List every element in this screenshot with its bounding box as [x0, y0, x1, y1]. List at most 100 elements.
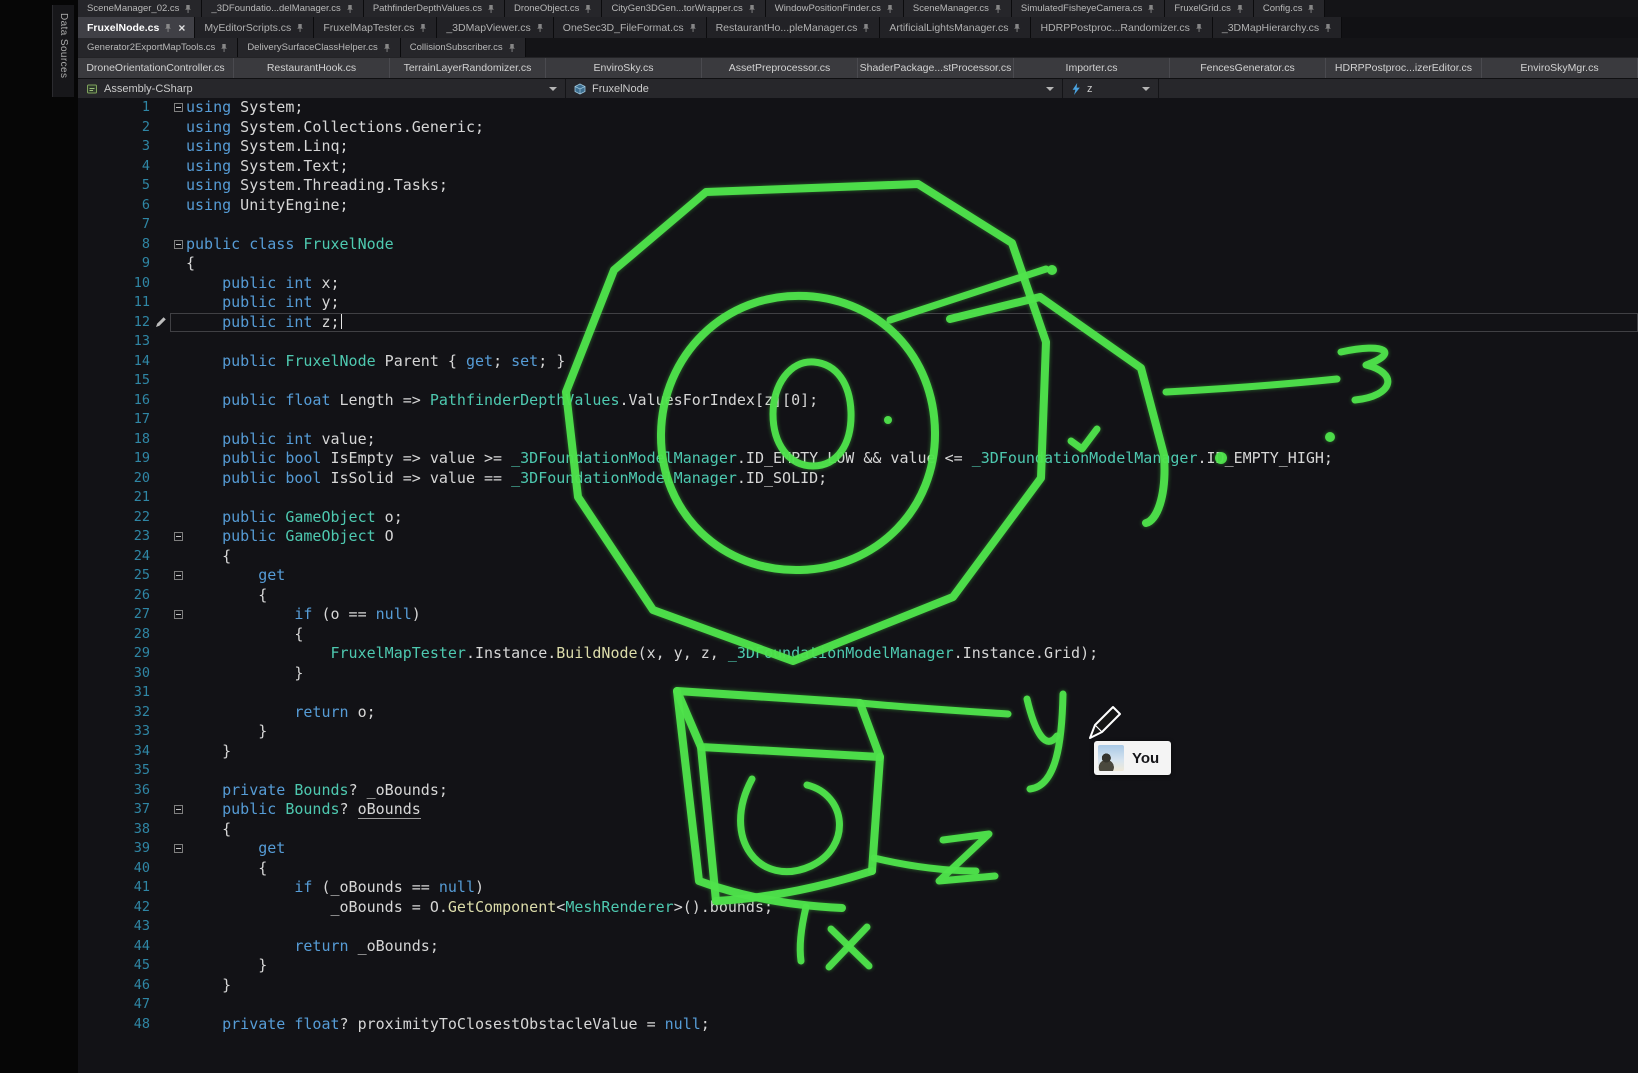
code-line[interactable]: 37 public Bounds? oBounds — [78, 800, 1638, 820]
code-line[interactable]: 14 public FruxelNode Parent { get; set; … — [78, 352, 1638, 372]
code-line[interactable]: 18 public int value; — [78, 430, 1638, 450]
code-line[interactable]: 47 — [78, 995, 1638, 1015]
pin-icon[interactable] — [994, 4, 1002, 14]
pin-icon[interactable] — [220, 43, 228, 53]
document-tab[interactable]: FencesGenerator.cs — [1170, 58, 1326, 78]
code-line[interactable]: 6using UnityEngine; — [78, 196, 1638, 216]
fold-toggle[interactable] — [174, 103, 183, 112]
document-tab[interactable]: _3DMapViewer.cs — [437, 17, 553, 38]
code-line[interactable]: 42 _oBounds = O.GetComponent<MeshRendere… — [78, 898, 1638, 918]
sidebar-tab-data-sources[interactable]: Data Sources — [52, 5, 74, 97]
document-tab[interactable]: SceneManager_02.cs — [78, 0, 202, 17]
code-line[interactable]: 22 public GameObject o; — [78, 508, 1638, 528]
code-line[interactable]: 48 private float? proximityToClosestObst… — [78, 1015, 1638, 1035]
document-tab[interactable]: HDRPPostproc...izerEditor.cs — [1326, 58, 1482, 78]
code-line[interactable]: 29 FruxelMapTester.Instance.BuildNode(x,… — [78, 644, 1638, 664]
pin-icon[interactable] — [487, 4, 495, 14]
document-tab[interactable]: _3DFoundatio...delManager.cs — [202, 0, 363, 17]
code-line[interactable]: 10 public int x; — [78, 274, 1638, 294]
code-line[interactable]: 9{ — [78, 254, 1638, 274]
code-line[interactable]: 39 get — [78, 839, 1638, 859]
code-line[interactable]: 36 private Bounds? _oBounds; — [78, 781, 1638, 801]
document-tab[interactable]: DeliverySurfaceClassHelper.cs — [238, 38, 400, 57]
code-line[interactable]: 34 } — [78, 742, 1638, 762]
type-dropdown[interactable]: FruxelNode — [566, 79, 1063, 98]
document-tab[interactable]: OneSec3D_FileFormat.cs — [554, 17, 707, 38]
pin-icon[interactable] — [584, 4, 592, 14]
code-line[interactable]: 41 if (_oBounds == null) — [78, 878, 1638, 898]
code-line[interactable]: 25 get — [78, 566, 1638, 586]
pin-icon[interactable] — [419, 23, 427, 33]
pin-icon[interactable] — [164, 23, 172, 33]
code-line[interactable]: 1using System; — [78, 98, 1638, 118]
pin-icon[interactable] — [1236, 4, 1244, 14]
pin-icon[interactable] — [184, 4, 192, 14]
document-tab[interactable]: Generator2ExportMapTools.cs — [78, 38, 238, 57]
close-icon[interactable]: × — [178, 22, 185, 34]
document-tab[interactable]: DroneObject.cs — [505, 0, 602, 17]
pin-icon[interactable] — [1147, 4, 1155, 14]
code-line[interactable]: 44 return _oBounds; — [78, 937, 1638, 957]
fold-toggle[interactable] — [174, 610, 183, 619]
pin-icon[interactable] — [296, 23, 304, 33]
document-tab[interactable]: Importer.cs — [1014, 58, 1170, 78]
document-tab[interactable]: HDRPPostproc...Randomizer.cs — [1031, 17, 1212, 38]
document-tab[interactable]: _3DMapHierarchy.cs — [1213, 17, 1342, 38]
code-line[interactable]: 32 return o; — [78, 703, 1638, 723]
code-line[interactable]: 21 — [78, 488, 1638, 508]
code-line[interactable]: 31 — [78, 683, 1638, 703]
code-editor[interactable]: 1using System;2using System.Collections.… — [78, 98, 1638, 1073]
code-line[interactable]: 20 public bool IsSolid => value == _3DFo… — [78, 469, 1638, 489]
code-line[interactable]: 12 public int z; — [78, 313, 1638, 333]
document-tab[interactable]: FruxelGrid.cs — [1165, 0, 1253, 17]
code-line[interactable]: 45 } — [78, 956, 1638, 976]
code-line[interactable]: 26 { — [78, 586, 1638, 606]
code-line[interactable]: 46 } — [78, 976, 1638, 996]
code-line[interactable]: 4using System.Text; — [78, 157, 1638, 177]
code-line[interactable]: 33 } — [78, 722, 1638, 742]
code-line[interactable]: 17 — [78, 410, 1638, 430]
code-line[interactable]: 3using System.Linq; — [78, 137, 1638, 157]
document-tab[interactable]: RestaurantHo...pleManager.cs — [707, 17, 881, 38]
document-tab[interactable]: FruxelNode.cs× — [78, 17, 195, 38]
document-tab[interactable]: DroneOrientationController.cs — [78, 58, 234, 78]
code-line[interactable]: 8public class FruxelNode — [78, 235, 1638, 255]
pin-icon[interactable] — [862, 23, 870, 33]
pin-icon[interactable] — [886, 4, 894, 14]
document-tab[interactable]: FruxelMapTester.cs — [314, 17, 437, 38]
pin-icon[interactable] — [1324, 23, 1332, 33]
pin-icon[interactable] — [536, 23, 544, 33]
document-tab[interactable]: SceneManager.cs — [904, 0, 1012, 17]
document-tab[interactable]: EnviroSky.cs — [546, 58, 702, 78]
pin-icon[interactable] — [1195, 23, 1203, 33]
document-tab[interactable]: Config.cs — [1254, 0, 1326, 17]
code-line[interactable]: 28 { — [78, 625, 1638, 645]
code-line[interactable]: 38 { — [78, 820, 1638, 840]
document-tab[interactable]: ArtificialLightsManager.cs — [880, 17, 1031, 38]
fold-toggle[interactable] — [174, 805, 183, 814]
code-line[interactable]: 35 — [78, 761, 1638, 781]
document-tab[interactable]: CollisionSubscriber.cs — [401, 38, 526, 57]
member-dropdown[interactable]: z — [1063, 79, 1159, 98]
fold-toggle[interactable] — [174, 844, 183, 853]
code-line[interactable]: 5using System.Threading.Tasks; — [78, 176, 1638, 196]
project-dropdown[interactable]: Assembly-CSharp — [78, 79, 566, 98]
code-line[interactable]: 2using System.Collections.Generic; — [78, 118, 1638, 138]
fold-toggle[interactable] — [174, 532, 183, 541]
document-tab[interactable]: EnviroSkyMgr.cs — [1482, 58, 1638, 78]
pin-icon[interactable] — [748, 4, 756, 14]
pin-icon[interactable] — [1013, 23, 1021, 33]
code-line[interactable]: 27 if (o == null) — [78, 605, 1638, 625]
code-line[interactable]: 40 { — [78, 859, 1638, 879]
code-line[interactable]: 7 — [78, 215, 1638, 235]
fold-toggle[interactable] — [174, 240, 183, 249]
code-line[interactable]: 13 — [78, 332, 1638, 352]
code-line[interactable]: 24 { — [78, 547, 1638, 567]
document-tab[interactable]: RestaurantHook.cs — [234, 58, 390, 78]
code-line[interactable]: 19 public bool IsEmpty => value >= _3DFo… — [78, 449, 1638, 469]
document-tab[interactable]: SimulatedFisheyeCamera.cs — [1012, 0, 1165, 17]
pin-icon[interactable] — [346, 4, 354, 14]
pin-icon[interactable] — [383, 43, 391, 53]
document-tab[interactable]: AssetPreprocessor.cs — [702, 58, 858, 78]
code-line[interactable]: 30 } — [78, 664, 1638, 684]
